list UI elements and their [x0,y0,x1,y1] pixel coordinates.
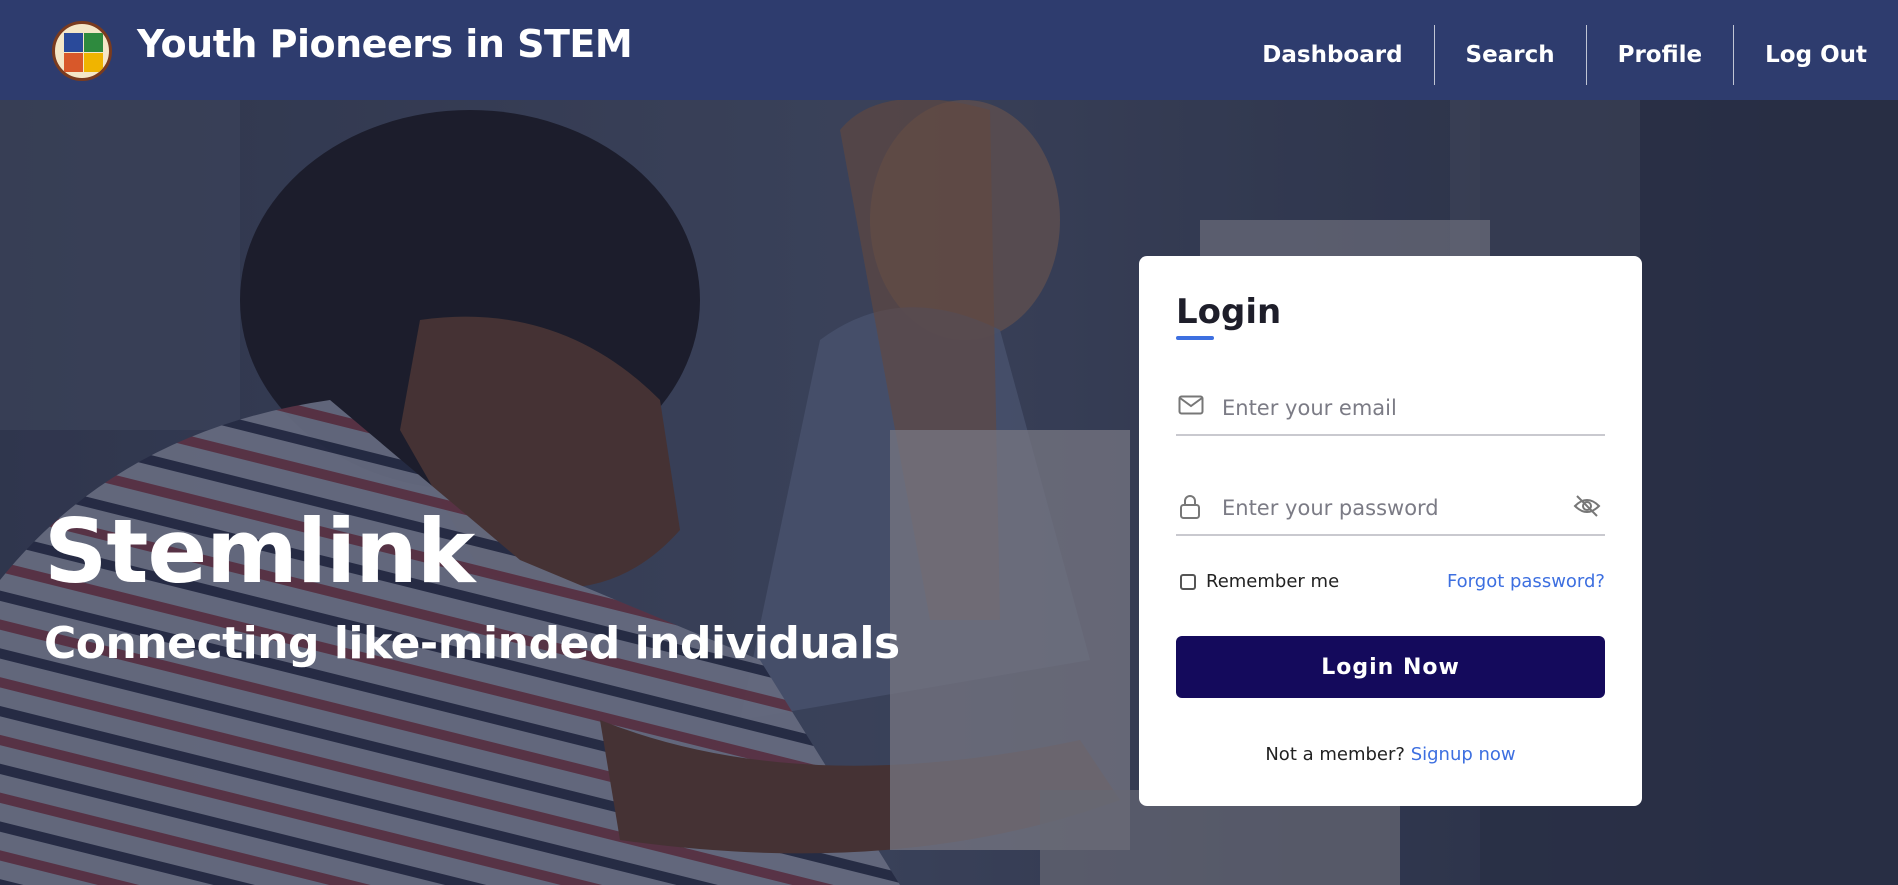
logo-quadrant-math [84,53,103,72]
logo-quadrant-science [64,33,83,52]
brand-title[interactable]: Youth Pioneers in STEM [137,22,633,66]
email-field [1176,382,1605,436]
signup-link[interactable]: Signup now [1411,744,1516,765]
remember-checkbox[interactable] [1180,573,1196,590]
nav-logout[interactable]: Log Out [1734,25,1898,85]
nav-links: Dashboard Search Profile Log Out [1231,25,1898,85]
nav-search[interactable]: Search [1435,25,1586,85]
remember-label: Remember me [1206,571,1340,592]
logo-quadrant-technology [84,33,103,52]
hero-subtitle: Connecting like-minded individuals [44,618,900,669]
nav-profile[interactable]: Profile [1587,25,1734,85]
login-card: Login Remember me Fo [1139,256,1642,806]
email-input[interactable] [1220,390,1564,426]
login-title-underline [1176,336,1214,340]
lock-icon [1178,494,1202,524]
forgot-password-link[interactable]: Forgot password? [1447,571,1605,592]
brand-logo[interactable] [52,21,112,81]
nav-dashboard[interactable]: Dashboard [1231,25,1433,85]
login-title: Login [1176,292,1282,332]
signup-prompt-line: Not a member? Signup now [1139,744,1642,765]
logo-quadrant-engineering [64,53,83,72]
login-button[interactable]: Login Now [1176,636,1605,698]
top-navbar: Youth Pioneers in STEM Dashboard Search … [0,0,1898,100]
eye-slash-icon[interactable] [1573,494,1601,522]
password-input[interactable] [1220,490,1564,526]
signup-prompt-text: Not a member? [1265,744,1405,765]
mail-icon [1178,394,1204,420]
hero-title: Stemlink [44,500,475,603]
remember-me[interactable]: Remember me [1180,571,1339,592]
password-field [1176,482,1605,536]
